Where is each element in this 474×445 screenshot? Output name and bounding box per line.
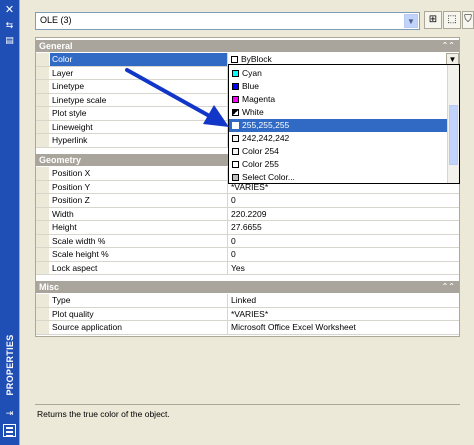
color-option-label: White bbox=[242, 107, 264, 117]
category-general[interactable]: General ⌃⌃ bbox=[36, 40, 459, 52]
color-swatch-icon bbox=[232, 122, 239, 129]
prop-name: Position X bbox=[50, 167, 228, 180]
auto-hide-icon[interactable]: ⇆ bbox=[3, 19, 16, 31]
toggle-pickadd-button[interactable]: ⊞ bbox=[424, 11, 442, 29]
prop-row-position-z[interactable]: Position Z0 bbox=[36, 194, 459, 208]
prop-name: Linetype scale bbox=[50, 93, 228, 106]
dropdown-scrollbar[interactable] bbox=[447, 65, 459, 183]
color-swatch-icon bbox=[232, 135, 239, 142]
description-box: Returns the true color of the object. bbox=[35, 404, 460, 440]
prop-row-plot-quality[interactable]: Plot quality *VARIES* bbox=[36, 307, 459, 321]
color-option[interactable]: Magenta bbox=[229, 93, 447, 106]
prop-name: Layer bbox=[50, 66, 228, 79]
prop-name: Position Y bbox=[50, 180, 228, 193]
color-option[interactable]: White bbox=[229, 106, 447, 119]
prop-name: Color bbox=[50, 53, 228, 66]
category-geometry-label: Geometry bbox=[39, 155, 82, 165]
color-option-label: Color 255 bbox=[242, 159, 279, 169]
quick-select-button[interactable]: ⛉ bbox=[462, 11, 474, 29]
color-swatch-icon bbox=[232, 148, 239, 155]
close-icon[interactable]: ✕ bbox=[3, 4, 16, 16]
prop-value[interactable]: 220.2209 bbox=[229, 208, 459, 221]
color-option[interactable]: Color 254 bbox=[229, 145, 447, 158]
color-option-label: Select Color... bbox=[242, 172, 295, 182]
color-swatch-icon bbox=[232, 161, 239, 168]
prop-row-source-application[interactable]: Source application Microsoft Office Excel… bbox=[36, 321, 459, 335]
collapse-icon[interactable]: ⌃⌃ bbox=[442, 281, 455, 293]
collapse-icon[interactable]: ⌃⌃ bbox=[442, 40, 455, 52]
prop-name: Hyperlink bbox=[50, 134, 228, 147]
category-general-label: General bbox=[39, 41, 73, 51]
color-option-label: Magenta bbox=[242, 94, 276, 104]
prop-name: Plot style bbox=[50, 107, 228, 120]
color-swatch-icon bbox=[232, 109, 239, 116]
expand-arrow-icon[interactable]: ⇥ bbox=[3, 408, 16, 419]
color-swatch-icon bbox=[232, 96, 239, 103]
prop-name: Source application bbox=[50, 321, 228, 334]
prop-name: Scale width % bbox=[50, 234, 228, 247]
object-type-select[interactable]: OLE (3) ▼ bbox=[35, 12, 420, 30]
color-option-label: 255,255,255 bbox=[242, 120, 290, 130]
prop-value[interactable]: Linked bbox=[229, 294, 459, 307]
color-wheel-icon bbox=[232, 174, 239, 181]
color-swatch-icon bbox=[232, 70, 239, 77]
prop-value[interactable]: *VARIES* bbox=[229, 308, 459, 321]
prop-row-lock-aspect[interactable]: Lock aspect Yes bbox=[36, 261, 459, 275]
prop-name: Lock aspect bbox=[50, 261, 228, 274]
color-option-label: 242,242,242 bbox=[242, 133, 290, 143]
prop-value[interactable]: 0 bbox=[229, 194, 459, 207]
prop-row-scale-height[interactable]: Scale height % 0 bbox=[36, 248, 459, 262]
prop-name: Type bbox=[50, 294, 228, 307]
description-text: Returns the true color of the object. bbox=[37, 409, 170, 419]
prop-value[interactable]: Microsoft Office Excel Worksheet bbox=[229, 321, 459, 334]
palette-title-bar: ✕ ⇆ ▤ PROPERTIES ⇥ bbox=[0, 0, 19, 445]
color-option-label: Cyan bbox=[242, 68, 262, 78]
prop-name: Linetype bbox=[50, 80, 228, 93]
palette-list-icon[interactable] bbox=[3, 424, 16, 437]
prop-value[interactable]: Yes bbox=[229, 262, 459, 275]
color-swatch-icon bbox=[232, 83, 239, 90]
palette-title-text: PROPERTIES bbox=[4, 334, 15, 396]
color-option[interactable]: 242,242,242 bbox=[229, 132, 447, 145]
prop-value[interactable]: 0 bbox=[229, 235, 459, 248]
prop-value[interactable]: 0 bbox=[229, 248, 459, 261]
prop-row-width[interactable]: Width 220.2209 bbox=[36, 207, 459, 221]
color-option[interactable]: Select Color... bbox=[229, 171, 447, 184]
color-option[interactable]: Blue bbox=[229, 80, 447, 93]
prop-name: Plot quality bbox=[50, 307, 228, 320]
properties-panel: OLE (3) ▼ ⊞ ⬚ ⛉ General ⌃⌃ Color ByBlock… bbox=[19, 0, 474, 445]
color-option-highlighted[interactable]: 255,255,255 bbox=[229, 119, 447, 132]
color-option[interactable]: Cyan bbox=[229, 67, 447, 80]
color-option-label: Color 254 bbox=[242, 146, 279, 156]
prop-value-text: ByBlock bbox=[241, 54, 272, 64]
prop-name: Lineweight bbox=[50, 120, 228, 133]
category-misc-label: Misc bbox=[39, 282, 60, 292]
prop-value[interactable]: 27.6655 bbox=[229, 221, 459, 234]
prop-name: Position Z bbox=[50, 194, 228, 207]
color-option-label: Blue bbox=[242, 81, 260, 91]
scrollbar-thumb[interactable] bbox=[449, 105, 458, 165]
prop-row-height[interactable]: Height 27.6655 bbox=[36, 221, 459, 235]
object-type-value: OLE (3) bbox=[40, 15, 72, 25]
select-objects-button[interactable]: ⬚ bbox=[443, 11, 461, 29]
color-swatch-icon bbox=[231, 56, 238, 63]
color-dropdown-list[interactable]: Cyan Blue Magenta White 255,255,255 242,… bbox=[228, 64, 460, 184]
palette-title: PROPERTIES bbox=[1, 330, 18, 400]
prop-row-type[interactable]: Type Linked bbox=[36, 294, 459, 308]
prop-row-scale-width[interactable]: Scale width % 0 bbox=[36, 234, 459, 248]
prop-name: Height bbox=[50, 221, 228, 234]
chevron-down-icon[interactable]: ▼ bbox=[404, 14, 418, 28]
properties-menu-icon[interactable]: ▤ bbox=[3, 34, 16, 46]
prop-name: Scale height % bbox=[50, 248, 228, 261]
category-misc[interactable]: Misc ⌃⌃ bbox=[36, 281, 459, 293]
color-option[interactable]: Color 255 bbox=[229, 158, 447, 171]
prop-name: Width bbox=[50, 207, 228, 220]
